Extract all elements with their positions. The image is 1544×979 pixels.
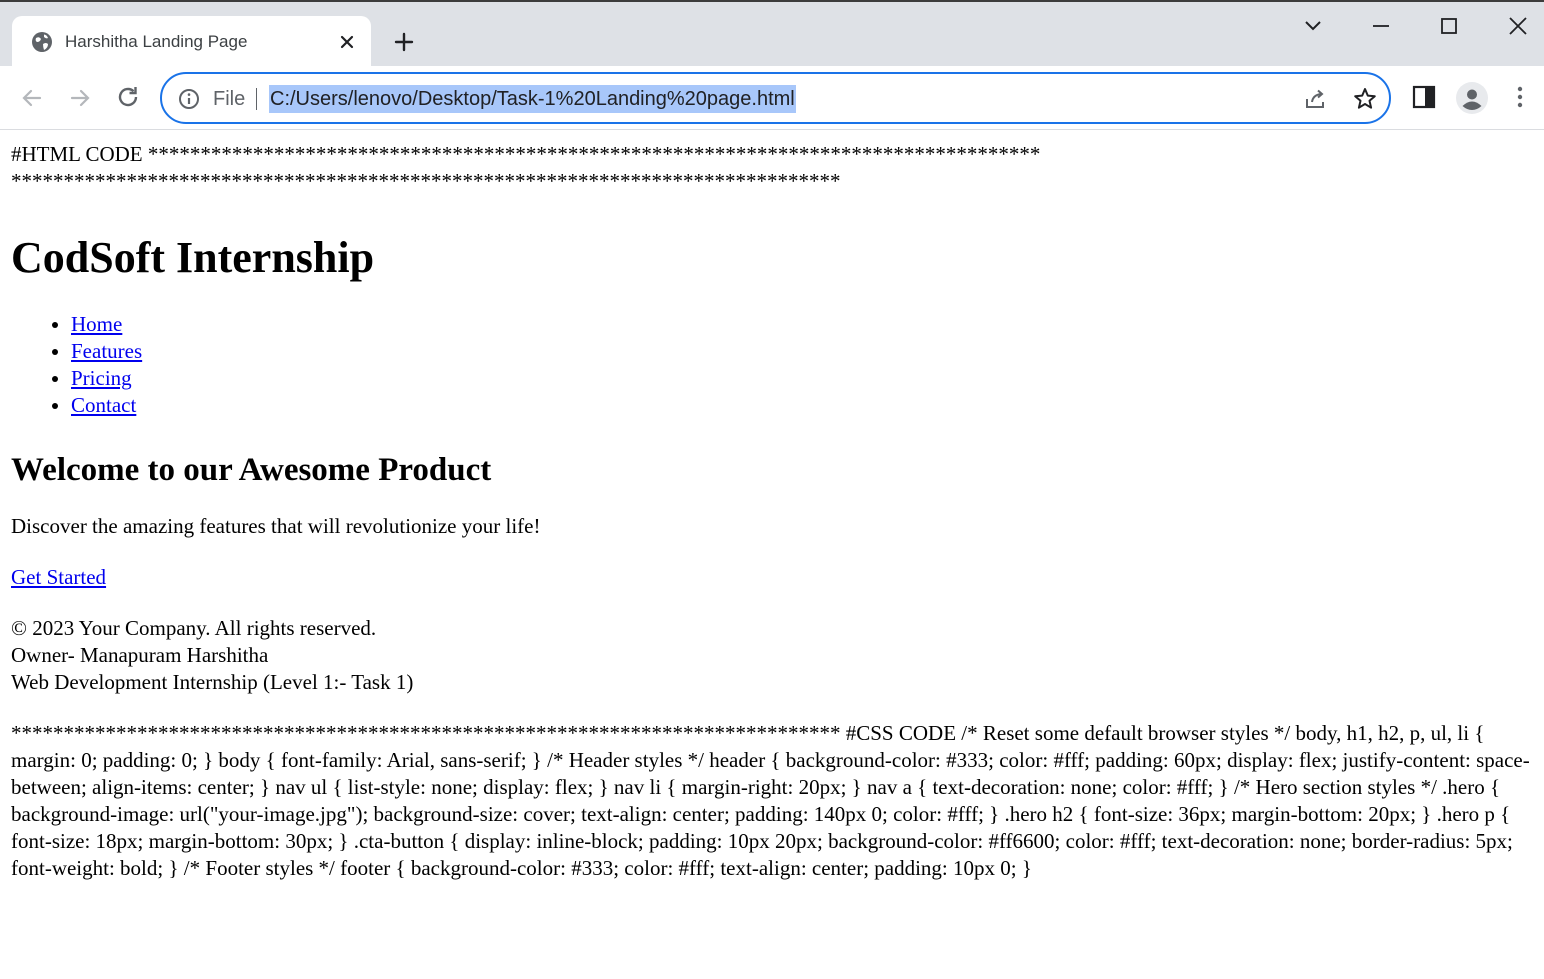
back-arrow-icon[interactable]	[18, 84, 46, 112]
side-panel-icon[interactable]	[1410, 83, 1438, 111]
browser-tab[interactable]: Harshitha Landing Page	[12, 16, 371, 68]
kebab-menu-icon[interactable]	[1506, 83, 1534, 111]
forward-arrow-icon[interactable]	[66, 84, 94, 112]
info-icon[interactable]	[177, 87, 201, 111]
share-icon[interactable]	[1303, 86, 1329, 112]
nav-link-contact[interactable]: Contact	[71, 393, 136, 417]
star-icon[interactable]	[1352, 86, 1378, 112]
css-code-dump: ****************************************…	[11, 721, 1530, 880]
html-header-line-2: ****************************************…	[11, 169, 841, 193]
nav-item-pricing: Pricing	[71, 365, 1541, 392]
nav-link-features[interactable]: Features	[71, 339, 142, 363]
footer-program: Web Development Internship (Level 1:- Ta…	[11, 670, 414, 694]
nav-item-contact: Contact	[71, 392, 1541, 419]
address-bar[interactable]: File C:/Users/lenovo/Desktop/Task-1%20La…	[160, 72, 1391, 124]
html-header-line-1: #HTML CODE *****************************…	[11, 142, 1041, 166]
page-title: CodSoft Internship	[11, 233, 375, 282]
close-window-icon[interactable]	[1506, 14, 1530, 38]
footer-copyright: © 2023 Your Company. All rights reserved…	[11, 616, 377, 640]
tab-strip: Harshitha Landing Page	[0, 0, 1544, 68]
nav-list: Home Features Pricing Contact	[11, 311, 1541, 419]
url-text[interactable]: C:/Users/lenovo/Desktop/Task-1%20Landing…	[269, 85, 796, 113]
scheme-label: File	[213, 88, 246, 110]
hero-heading: Welcome to our Awesome Product	[11, 452, 492, 488]
footer: © 2023 Your Company. All rights reserved…	[11, 615, 1541, 696]
browser-toolbar: File C:/Users/lenovo/Desktop/Task-1%20La…	[0, 66, 1544, 130]
nav-link-home[interactable]: Home	[71, 312, 122, 336]
minimize-icon[interactable]	[1369, 14, 1393, 38]
chevron-down-icon[interactable]	[1301, 14, 1325, 38]
omnibox-divider	[256, 88, 257, 110]
tab-title: Harshitha Landing Page	[65, 32, 248, 51]
hero-text: Discover the amazing features that will …	[11, 514, 541, 538]
nav-item-home: Home	[71, 311, 1541, 338]
reload-icon[interactable]	[114, 83, 142, 111]
globe-icon	[32, 32, 52, 52]
nav-link-pricing[interactable]: Pricing	[71, 366, 132, 390]
maximize-icon[interactable]	[1437, 14, 1461, 38]
footer-owner: Owner- Manapuram Harshitha	[11, 643, 269, 667]
get-started-link[interactable]: Get Started	[11, 565, 106, 589]
cta-paragraph: Get Started	[11, 564, 1541, 591]
close-icon[interactable]	[338, 33, 356, 51]
plus-icon[interactable]	[392, 30, 416, 54]
page-content: #HTML CODE *****************************…	[11, 141, 1541, 882]
profile-icon[interactable]	[1456, 82, 1488, 114]
nav-item-features: Features	[71, 338, 1541, 365]
html-code-header: #HTML CODE *****************************…	[11, 141, 1541, 195]
